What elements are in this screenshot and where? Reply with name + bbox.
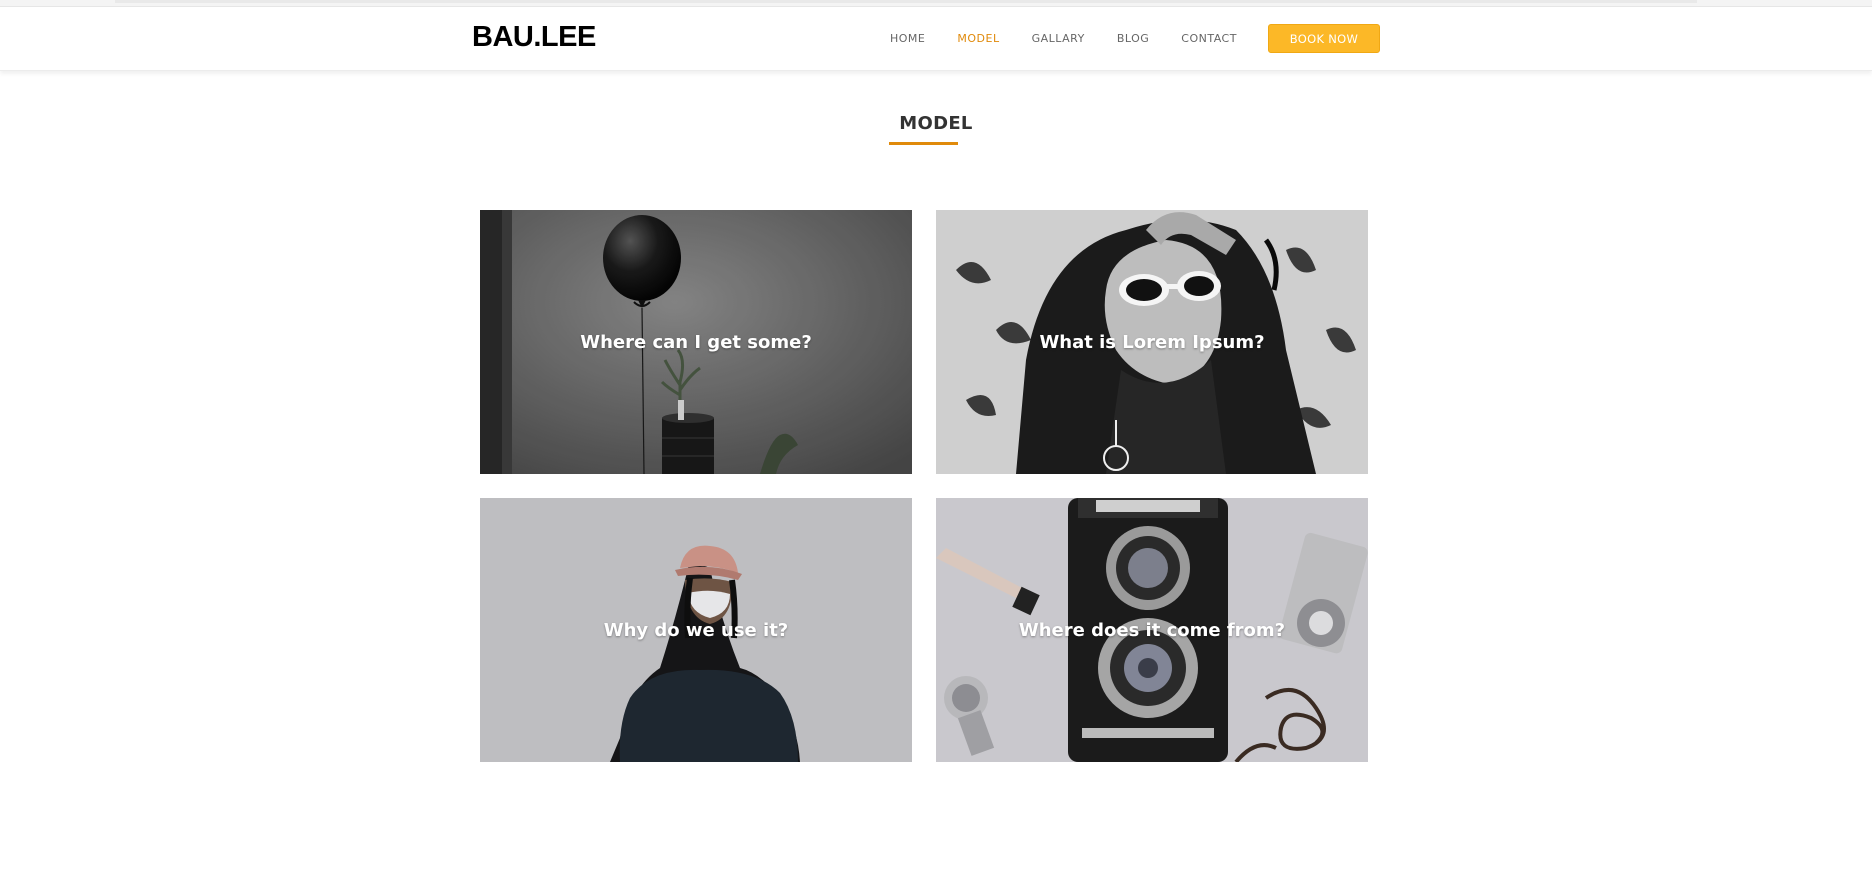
model-card-3[interactable]: Why do we use it? xyxy=(480,498,912,762)
model-card-2[interactable]: What is Lorem Ipsum? xyxy=(936,210,1368,474)
book-now-button[interactable]: BOOK NOW xyxy=(1268,24,1380,53)
nav-model[interactable]: MODEL xyxy=(957,32,999,45)
card-caption: What is Lorem Ipsum? xyxy=(1039,331,1265,353)
browser-top-strip xyxy=(0,0,1872,7)
nav-home[interactable]: HOME xyxy=(890,32,925,45)
model-card-4[interactable]: Where does it come from? xyxy=(936,498,1368,762)
site-logo[interactable]: BAU.LEE xyxy=(472,21,596,54)
card-caption: Why do we use it? xyxy=(603,619,789,641)
main-menu: HOME MODEL GALLARY BLOG CONTACT xyxy=(890,32,1269,45)
nav-blog[interactable]: BLOG xyxy=(1117,32,1149,45)
title-underline xyxy=(889,142,958,145)
nav-contact[interactable]: CONTACT xyxy=(1181,32,1237,45)
card-caption: Where does it come from? xyxy=(1018,619,1286,641)
page-title: MODEL xyxy=(899,113,973,134)
model-card-1[interactable]: Where can I get some? xyxy=(480,210,912,474)
site-header: BAU.LEE HOME MODEL GALLARY BLOG CONTACT … xyxy=(0,7,1872,71)
nav-gallary[interactable]: GALLARY xyxy=(1032,32,1085,45)
card-caption: Where can I get some? xyxy=(580,331,812,353)
